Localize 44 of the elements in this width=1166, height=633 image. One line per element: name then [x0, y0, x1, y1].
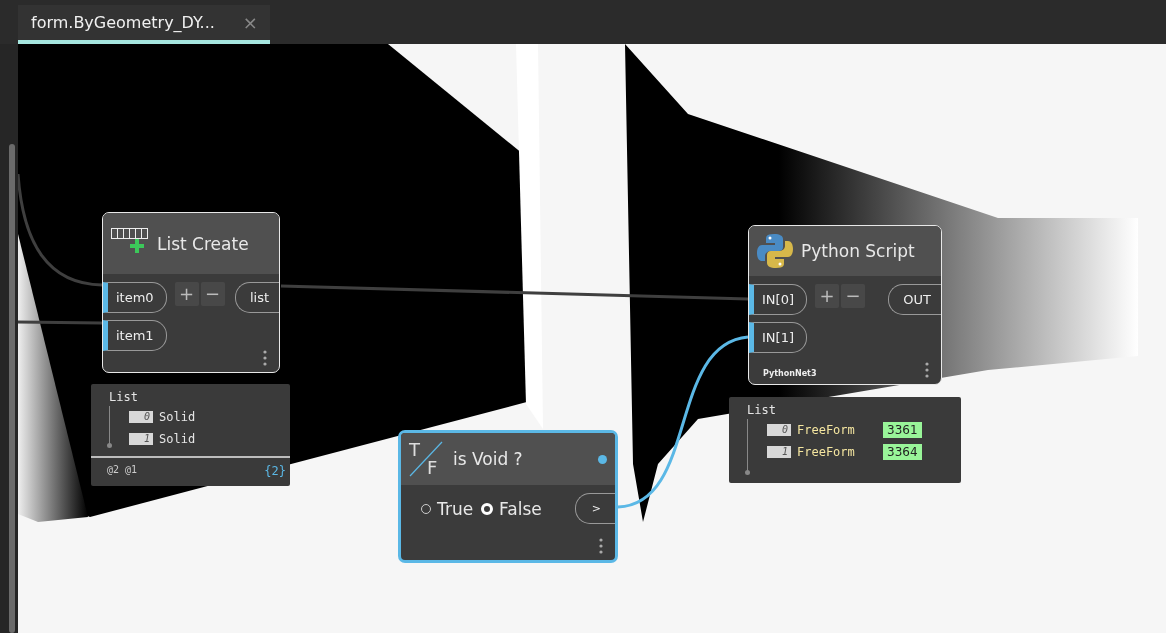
- node-title: List Create: [157, 233, 249, 254]
- node-card[interactable]: T F is Void ? True False >: [398, 430, 618, 563]
- list-value: FreeForm: [797, 445, 856, 459]
- add-input-button[interactable]: +: [815, 284, 839, 308]
- node-title: is Void ?: [453, 449, 523, 469]
- list-index: 0: [129, 411, 153, 423]
- graph-canvas[interactable]: List Create item0 item1 + − list List 0 Solid 1 Solid @2 @1 {2} Python Script IN[0] IN[1] + − OUT PythonNet3 T F is Void ? True False > List 0 FreeForm 3361 1 FreeForm 3364: [18, 44, 1166, 633]
- input-port[interactable]: item1: [103, 320, 167, 351]
- item-count: {2}: [264, 464, 286, 478]
- output-port[interactable]: OUT: [888, 284, 941, 315]
- radio-option[interactable]: True: [421, 498, 474, 519]
- output-port[interactable]: list: [234, 282, 279, 313]
- list-levels: @2 @1: [107, 464, 138, 477]
- remove-input-button[interactable]: −: [841, 284, 865, 308]
- remove-input-button[interactable]: −: [200, 282, 225, 306]
- list-label: List: [109, 390, 139, 404]
- status-dot: [598, 454, 607, 464]
- list-index: 1: [129, 433, 153, 445]
- tab-title: form.ByGeometry_DY...: [31, 13, 215, 32]
- list-label: List: [747, 403, 777, 417]
- list-value: Solid: [159, 410, 196, 424]
- input-port[interactable]: IN[1]: [749, 322, 807, 353]
- node-card[interactable]: List Create item0 item1 + − list: [102, 212, 280, 373]
- radio-option[interactable]: False: [481, 498, 542, 519]
- input-port[interactable]: item0: [103, 282, 167, 313]
- node-title: Python Script: [801, 241, 915, 261]
- vertical-scrollbar[interactable]: [9, 144, 15, 633]
- list-index: 1: [767, 446, 791, 458]
- list-value: Solid: [159, 432, 196, 446]
- python-logo-icon: [757, 233, 793, 269]
- engine-label: PythonNet3: [763, 369, 817, 378]
- element-id: 3364: [883, 444, 922, 460]
- more-options-icon[interactable]: [263, 350, 267, 366]
- file-tab[interactable]: form.ByGeometry_DY... ×: [18, 5, 270, 44]
- list-value: FreeForm: [797, 423, 856, 437]
- node-card[interactable]: Python Script IN[0] IN[1] + − OUT PythonNet3: [748, 225, 942, 385]
- element-id: 3361: [883, 422, 922, 438]
- output-port[interactable]: >: [574, 493, 615, 524]
- add-input-button[interactable]: +: [174, 282, 199, 306]
- close-tab-button[interactable]: ×: [242, 12, 258, 33]
- more-options-icon[interactable]: [599, 538, 603, 554]
- input-port[interactable]: IN[0]: [749, 284, 807, 315]
- list-index: 0: [767, 424, 791, 436]
- more-options-icon[interactable]: [925, 362, 929, 378]
